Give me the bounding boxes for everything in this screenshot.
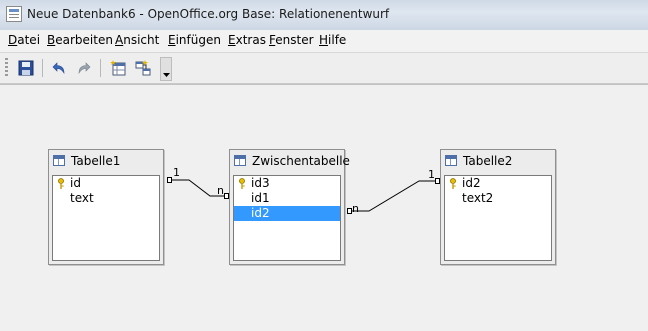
field-row-id3[interactable]: id3	[234, 176, 340, 191]
table-window-tabelle1[interactable]: Tabelle1 id text	[48, 149, 164, 265]
relation-1-card-from: 1	[173, 166, 180, 179]
new-relation-icon	[135, 60, 151, 76]
table-window-zwischentabelle[interactable]: Zwischentabelle id3 id1 id2	[229, 149, 350, 265]
key-icon	[450, 178, 456, 189]
menu-einfuegen[interactable]: Einfügen	[168, 33, 221, 47]
add-table-button[interactable]	[107, 57, 129, 79]
title-bar: Neue Datenbank6 - OpenOffice.org Base: R…	[0, 0, 648, 31]
table-name: Zwischentabelle	[252, 154, 350, 168]
toolbar-separator	[100, 59, 101, 77]
app-icon	[6, 6, 22, 22]
table-header[interactable]: Zwischentabelle	[230, 150, 350, 172]
field-row-text[interactable]: text	[53, 191, 159, 206]
table-name: Tabelle2	[463, 154, 513, 168]
field-row-id1[interactable]: id1	[234, 191, 340, 206]
table-icon	[53, 155, 65, 166]
redo-icon	[78, 62, 91, 75]
toolbar-overflow-button[interactable]	[160, 57, 172, 81]
menu-extras[interactable]: Extras	[228, 33, 266, 47]
field-name: id2	[462, 176, 481, 190]
window-title: Neue Datenbank6 - OpenOffice.org Base: R…	[27, 7, 390, 21]
toolbar-grip[interactable]	[5, 58, 8, 78]
relation-2-card-to: n	[352, 202, 359, 215]
key-icon	[239, 178, 245, 189]
table-header[interactable]: Tabelle2	[441, 150, 555, 172]
field-row-id[interactable]: id	[53, 176, 159, 191]
menu-bar: Datei Bearbeiten Ansicht Einfügen Extras…	[0, 30, 648, 53]
table-icon	[445, 155, 457, 166]
field-list[interactable]: id text	[52, 175, 160, 261]
field-name: text2	[462, 191, 494, 205]
table-icon	[234, 155, 246, 166]
field-list[interactable]: id3 id1 id2	[233, 175, 341, 261]
field-list[interactable]: id2 text2	[444, 175, 552, 261]
table-header[interactable]: Tabelle1	[49, 150, 163, 172]
field-name: id2	[251, 206, 270, 220]
field-name: id3	[251, 176, 270, 190]
field-name: text	[70, 191, 94, 205]
menu-datei[interactable]: Datei	[8, 33, 40, 47]
toolbar	[0, 53, 648, 84]
save-button[interactable]	[15, 57, 37, 79]
table-name: Tabelle1	[71, 154, 121, 168]
field-row-id2-selected[interactable]: id2	[234, 206, 340, 221]
key-icon	[58, 178, 64, 189]
field-name: id	[70, 176, 81, 190]
field-row-id2[interactable]: id2	[445, 176, 551, 191]
table-window-tabelle2[interactable]: Tabelle2 id2 text2	[440, 149, 556, 265]
toolbar-separator	[42, 59, 43, 77]
save-icon	[18, 60, 34, 76]
menu-fenster[interactable]: Fenster	[269, 33, 314, 47]
undo-button[interactable]	[48, 57, 70, 79]
menu-bearbeiten[interactable]: Bearbeiten	[47, 33, 113, 47]
new-relation-button[interactable]	[132, 57, 154, 79]
redo-button[interactable]	[73, 57, 95, 79]
menu-hilfe[interactable]: Hilfe	[319, 33, 346, 47]
undo-icon	[52, 62, 65, 75]
relation-1-card-to: n	[217, 184, 224, 197]
add-table-icon	[110, 60, 126, 76]
field-name: id1	[251, 191, 270, 205]
relation-2-card-from: 1	[428, 168, 435, 181]
menu-ansicht[interactable]: Ansicht	[115, 33, 159, 47]
field-row-text2[interactable]: text2	[445, 191, 551, 206]
toolbar-overflow-icon	[162, 73, 170, 77]
